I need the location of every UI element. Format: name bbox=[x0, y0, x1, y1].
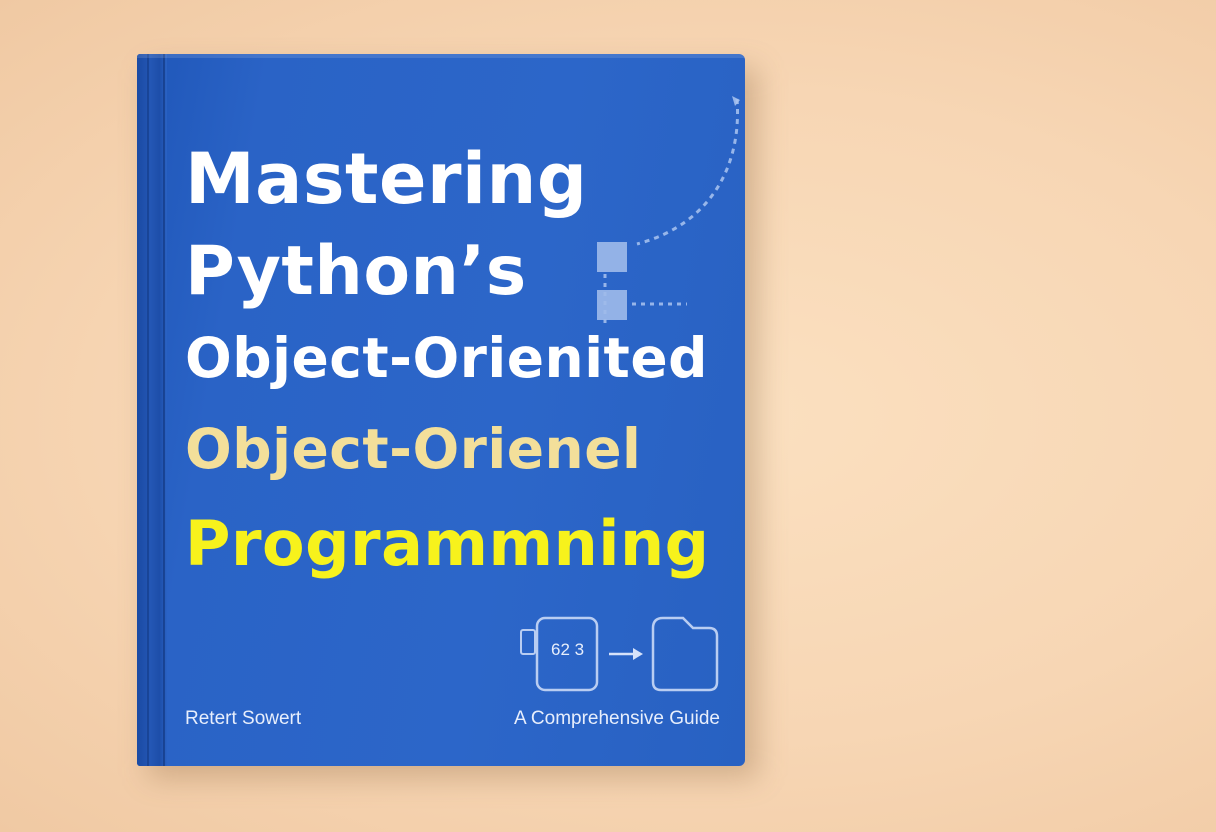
title-line-5: Programmning bbox=[185, 507, 710, 580]
scene: Mastering Python’s Object-Orienited Obje… bbox=[0, 0, 1216, 832]
spine-hinge bbox=[163, 54, 165, 766]
title-line-1: Mastering bbox=[185, 138, 588, 220]
book-cover: Mastering Python’s Object-Orienited Obje… bbox=[137, 54, 745, 766]
book-subtitle: A Comprehensive Guide bbox=[514, 708, 720, 729]
diagram-label: 62 3 bbox=[551, 640, 585, 659]
book-spine bbox=[137, 54, 167, 766]
author-name: Retert Sowert bbox=[185, 708, 302, 729]
title-line-2: Python’s bbox=[185, 232, 527, 311]
title-line-4: Object-Orienel bbox=[185, 417, 642, 481]
spine-groove bbox=[147, 54, 149, 766]
connector-node-icon bbox=[597, 290, 687, 320]
cover-top-edge bbox=[137, 54, 745, 58]
title-line-3: Object-Orienited bbox=[185, 326, 709, 390]
object-transform-icon bbox=[520, 616, 719, 692]
